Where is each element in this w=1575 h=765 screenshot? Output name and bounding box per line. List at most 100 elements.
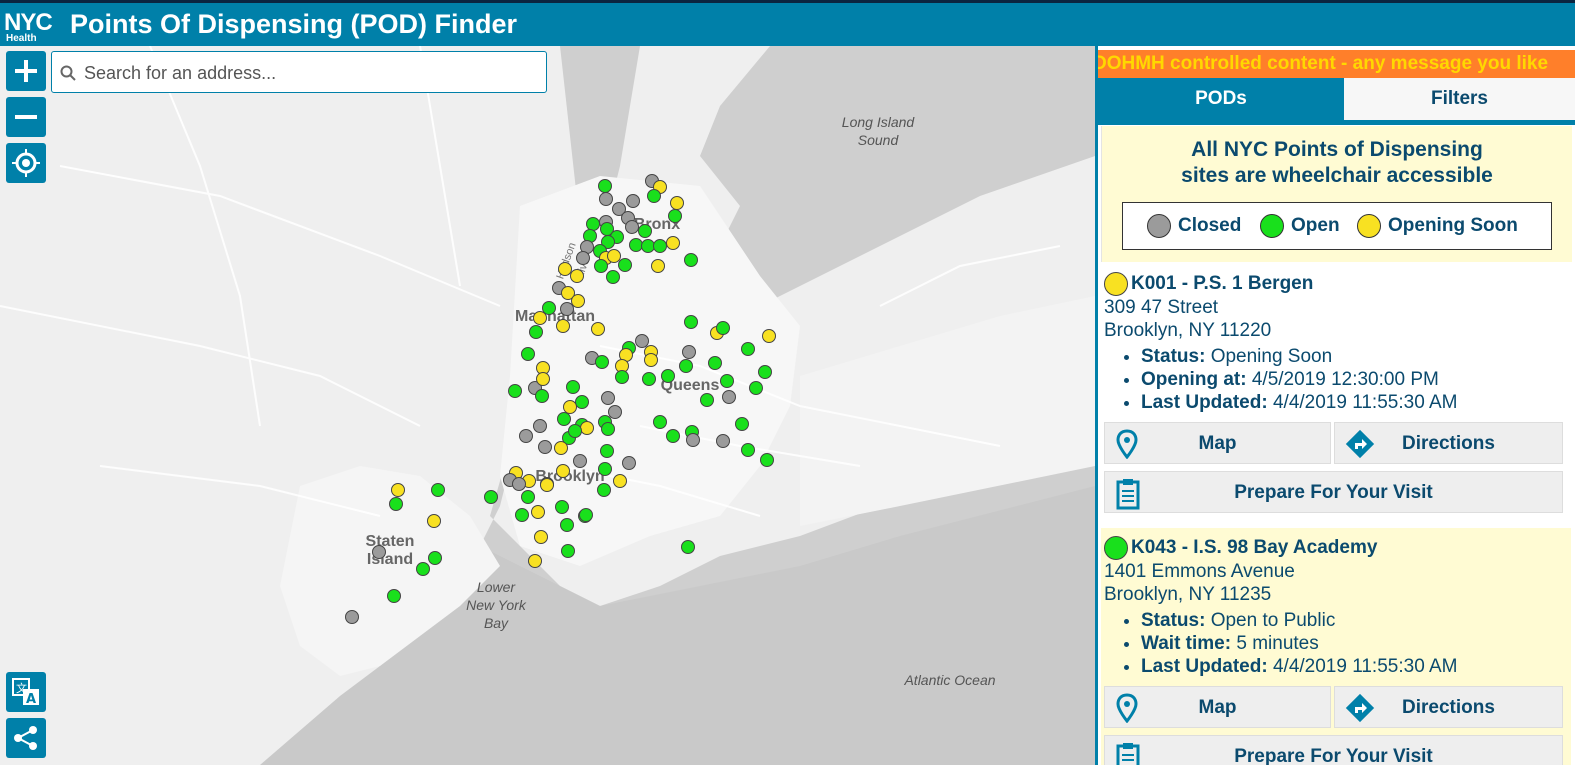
pod-marker[interactable] <box>598 179 612 193</box>
pod-marker[interactable] <box>661 369 675 383</box>
pod-marker[interactable] <box>741 443 755 457</box>
zoom-in-button[interactable] <box>6 51 46 91</box>
tab-filters[interactable]: Filters <box>1344 78 1575 120</box>
pod-marker[interactable] <box>515 508 529 522</box>
directions-button[interactable]: Directions <box>1334 422 1563 464</box>
prepare-visit-button[interactable]: Prepare For Your Visit <box>1104 735 1563 765</box>
pod-marker[interactable] <box>568 424 582 438</box>
pod-marker[interactable] <box>681 540 695 554</box>
pod-marker[interactable] <box>670 196 684 210</box>
pod-marker[interactable] <box>579 508 593 522</box>
pod-marker[interactable] <box>416 562 430 576</box>
pod-marker[interactable] <box>595 355 609 369</box>
pod-marker[interactable] <box>576 251 590 265</box>
pod-card[interactable]: K001 - P.S. 1 Bergen 309 47 Street Brook… <box>1101 264 1571 526</box>
pod-marker[interactable] <box>554 441 568 455</box>
pod-marker[interactable] <box>622 456 636 470</box>
pod-marker[interactable] <box>391 483 405 497</box>
pod-marker[interactable] <box>387 589 401 603</box>
pod-marker[interactable] <box>580 421 594 435</box>
pod-marker[interactable] <box>563 400 577 414</box>
pod-name[interactable]: K001 - P.S. 1 Bergen <box>1131 273 1313 295</box>
pod-marker[interactable] <box>686 433 700 447</box>
pod-marker[interactable] <box>528 554 542 568</box>
pod-marker[interactable] <box>618 258 632 272</box>
map-button[interactable]: Map <box>1104 686 1331 728</box>
pod-marker[interactable] <box>557 412 571 426</box>
pod-marker[interactable] <box>708 356 722 370</box>
map-button[interactable]: Map <box>1104 422 1331 464</box>
pod-marker[interactable] <box>519 429 533 443</box>
pod-marker[interactable] <box>345 610 359 624</box>
pod-marker[interactable] <box>600 444 614 458</box>
pod-marker[interactable] <box>626 194 640 208</box>
zoom-out-button[interactable] <box>6 97 46 137</box>
pod-marker[interactable] <box>700 393 714 407</box>
pod-marker[interactable] <box>536 372 550 386</box>
pod-marker[interactable] <box>538 440 552 454</box>
pod-marker[interactable] <box>556 319 570 333</box>
tab-pods[interactable]: PODs <box>1098 78 1344 120</box>
pod-marker[interactable] <box>389 497 403 511</box>
pod-marker[interactable] <box>647 189 661 203</box>
pod-marker[interactable] <box>560 518 574 532</box>
pod-marker[interactable] <box>615 370 629 384</box>
pod-marker[interactable] <box>372 545 386 559</box>
pod-marker[interactable] <box>653 239 667 253</box>
pod-marker[interactable] <box>613 474 627 488</box>
pod-marker[interactable] <box>679 359 693 373</box>
pod-marker[interactable] <box>533 311 547 325</box>
pod-marker[interactable] <box>642 372 656 386</box>
pod-marker[interactable] <box>684 253 698 267</box>
translate-button[interactable]: 文 A <box>6 672 46 712</box>
pod-marker[interactable] <box>716 321 730 335</box>
share-button[interactable] <box>6 718 46 758</box>
pod-marker[interactable] <box>555 500 569 514</box>
pod-marker[interactable] <box>531 505 545 519</box>
pod-marker[interactable] <box>561 544 575 558</box>
directions-button[interactable]: Directions <box>1334 686 1563 728</box>
pod-marker[interactable] <box>762 329 776 343</box>
pod-marker[interactable] <box>606 270 620 284</box>
pod-marker[interactable] <box>601 422 615 436</box>
pod-marker[interactable] <box>521 347 535 361</box>
pod-marker[interactable] <box>534 530 548 544</box>
pod-marker[interactable] <box>651 259 665 273</box>
pod-marker[interactable] <box>529 325 543 339</box>
pod-marker[interactable] <box>598 462 612 476</box>
pod-marker[interactable] <box>682 345 696 359</box>
locate-me-button[interactable] <box>6 143 46 183</box>
pod-marker[interactable] <box>716 434 730 448</box>
pod-marker[interactable] <box>540 478 554 492</box>
pod-marker[interactable] <box>428 551 442 565</box>
address-search[interactable] <box>51 51 547 93</box>
pod-marker[interactable] <box>735 417 749 431</box>
pod-marker[interactable] <box>570 269 584 283</box>
pod-marker[interactable] <box>653 415 667 429</box>
pod-marker[interactable] <box>431 483 445 497</box>
prepare-visit-button[interactable]: Prepare For Your Visit <box>1104 471 1563 513</box>
pod-marker[interactable] <box>666 236 680 250</box>
pod-card[interactable]: K043 - I.S. 98 Bay Academy 1401 Emmons A… <box>1101 528 1571 765</box>
pod-marker[interactable] <box>722 390 736 404</box>
pod-marker[interactable] <box>484 490 498 504</box>
pod-marker[interactable] <box>533 419 547 433</box>
pod-marker[interactable] <box>599 192 613 206</box>
pod-marker[interactable] <box>749 381 763 395</box>
pod-marker[interactable] <box>566 380 580 394</box>
pod-marker[interactable] <box>427 514 441 528</box>
pod-marker[interactable] <box>521 490 535 504</box>
pod-marker[interactable] <box>741 342 755 356</box>
pod-marker[interactable] <box>684 315 698 329</box>
search-input[interactable] <box>82 58 536 88</box>
map-view[interactable]: Long Island Sound Lower New York Bay Atlant… <box>0 46 1095 765</box>
pod-marker[interactable] <box>638 224 652 238</box>
pod-marker[interactable] <box>508 384 522 398</box>
pod-marker[interactable] <box>535 389 549 403</box>
pod-marker[interactable] <box>556 464 570 478</box>
pod-marker[interactable] <box>512 477 526 491</box>
pod-marker[interactable] <box>573 454 587 468</box>
pod-name[interactable]: K043 - I.S. 98 Bay Academy <box>1131 537 1377 559</box>
pod-marker[interactable] <box>597 483 611 497</box>
pod-marker[interactable] <box>594 259 608 273</box>
